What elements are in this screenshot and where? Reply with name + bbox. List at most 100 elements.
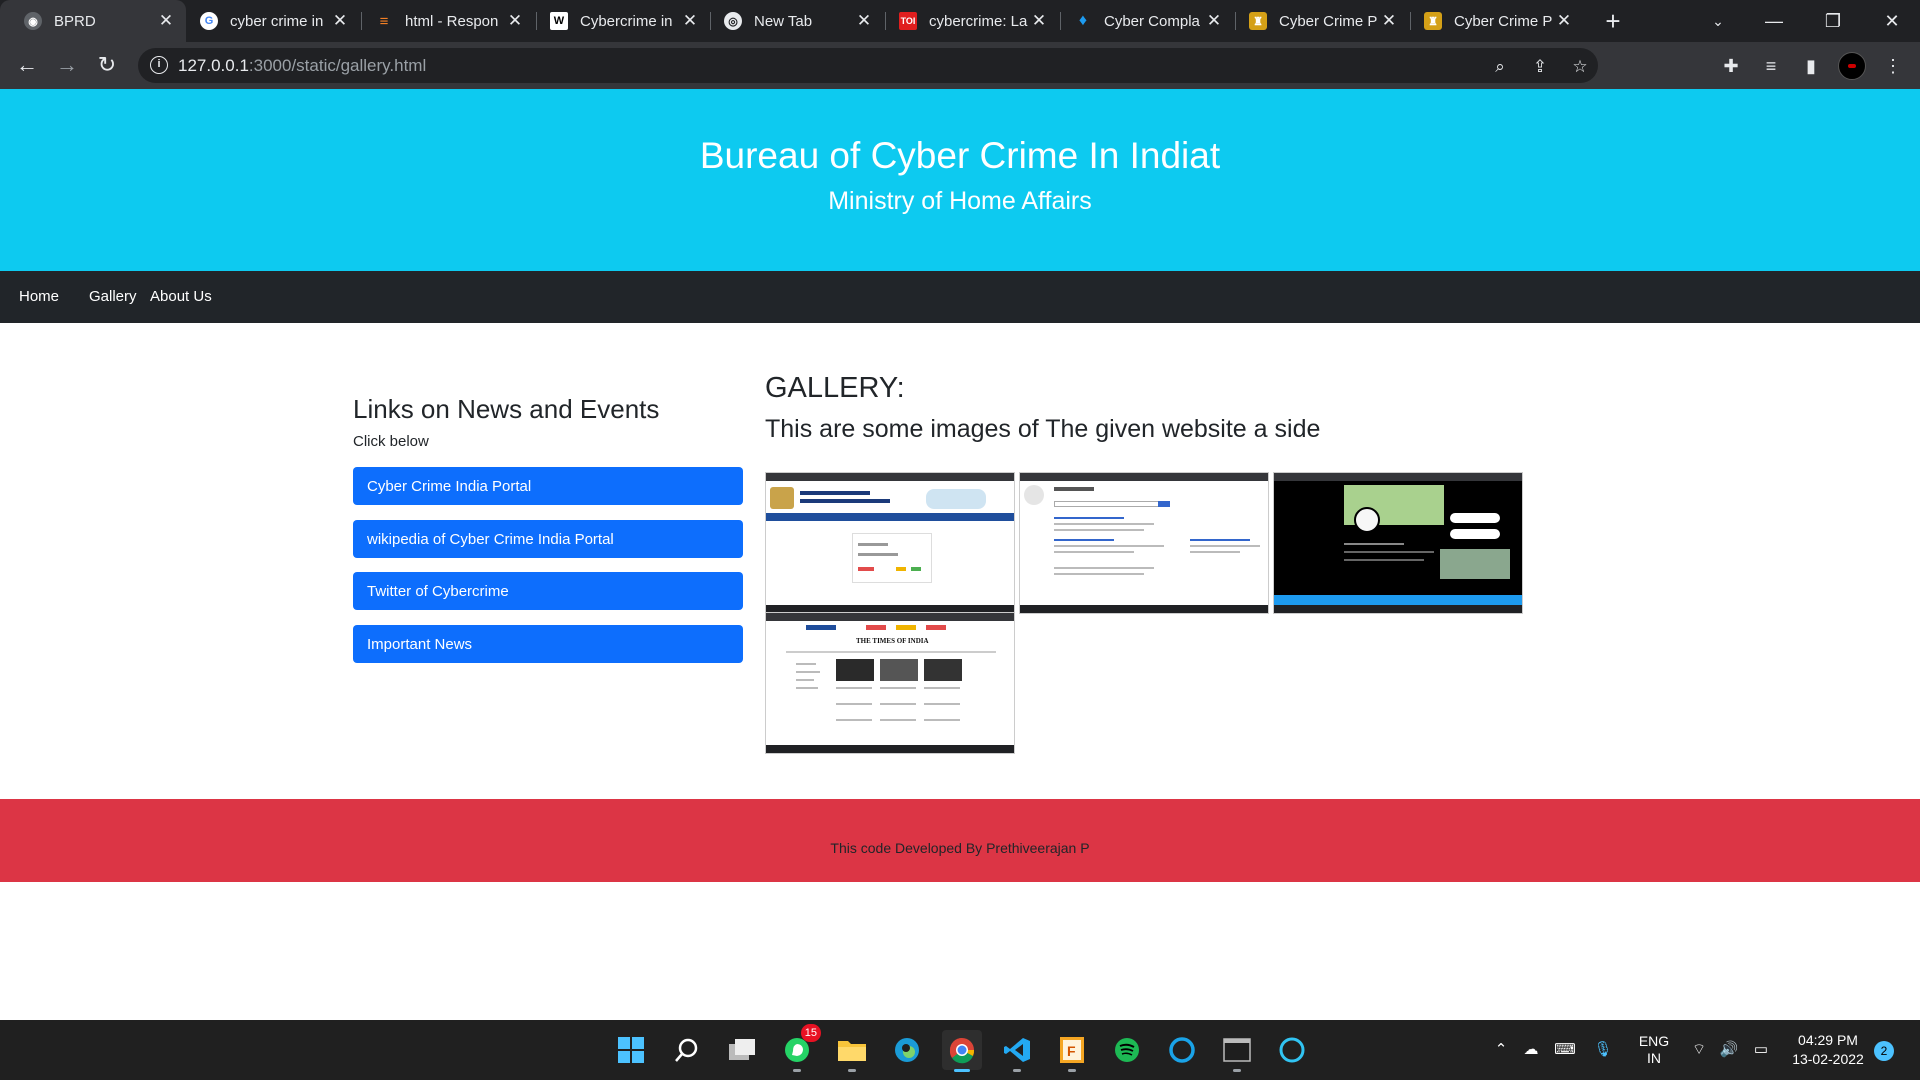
terminal-app[interactable]: [1217, 1030, 1257, 1072]
tab-title: Cyber Compla: [1104, 12, 1200, 30]
zoom-icon[interactable]: ⌕: [1488, 55, 1512, 79]
bookmark-star-icon[interactable]: ☆: [1568, 55, 1592, 79]
side-panel-icon[interactable]: ▮: [1798, 53, 1824, 79]
site-subtitle: Ministry of Home Affairs: [828, 187, 1092, 215]
tab-title: Cybercrime in: [580, 12, 673, 30]
cortana-app[interactable]: [1162, 1030, 1202, 1070]
tab-title: New Tab: [754, 12, 813, 30]
media-icon[interactable]: ≡: [1758, 53, 1784, 79]
language-indicator[interactable]: ENG IN: [1636, 1033, 1672, 1067]
gallery-title: GALLERY:: [765, 372, 905, 404]
task-view-button[interactable]: [722, 1030, 762, 1070]
tab-cyber-crime-2[interactable]: ♜ Cyber Crime P ✕: [1400, 0, 1584, 42]
address-bar[interactable]: i 127.0.0.1:3000/static/gallery.html ⌕ ⇪…: [138, 48, 1598, 83]
tab-wikipedia[interactable]: W Cybercrime in ✕: [526, 0, 710, 42]
search-button[interactable]: [667, 1030, 707, 1070]
chrome-app[interactable]: [942, 1030, 982, 1072]
maximize-button[interactable]: ❐: [1805, 0, 1861, 42]
gallery-subtitle: This are some images of The given websit…: [765, 415, 1321, 443]
tab-search-button[interactable]: ⌄: [1690, 0, 1746, 42]
browser-toolbar: ← → ↻ i 127.0.0.1:3000/static/gallery.ht…: [0, 42, 1920, 89]
vscode-app[interactable]: [997, 1030, 1037, 1072]
document-app-icon: F: [1060, 1037, 1084, 1063]
cyber-crime-portal-button[interactable]: Cyber Crime India Portal: [353, 467, 743, 505]
gallery-image-wikipedia[interactable]: [1019, 472, 1269, 614]
nav-home[interactable]: Home: [19, 288, 59, 305]
alexa-app[interactable]: [1272, 1030, 1312, 1070]
close-icon[interactable]: ✕: [1379, 11, 1399, 31]
tab-title: Cyber Crime P: [1454, 12, 1553, 30]
close-icon[interactable]: ✕: [505, 11, 525, 31]
keyboard-icon[interactable]: ⌨: [1554, 1040, 1576, 1058]
tab-cyber-crime-1[interactable]: ♜ Cyber Crime P ✕: [1225, 0, 1409, 42]
toi-icon: TOI: [899, 12, 917, 30]
tab-toi[interactable]: TOI cybercrime: La ✕: [875, 0, 1059, 42]
spotify-icon: [1115, 1038, 1139, 1062]
nav-about-us[interactable]: About Us: [150, 288, 212, 305]
wikipedia-link-button[interactable]: wikipedia of Cyber Crime India Portal: [353, 520, 743, 558]
close-icon[interactable]: ✕: [156, 11, 176, 31]
important-news-button[interactable]: Important News: [353, 625, 743, 663]
close-icon[interactable]: ✕: [1554, 11, 1574, 31]
back-icon[interactable]: ←: [12, 50, 42, 80]
profile-avatar[interactable]: [1838, 52, 1866, 80]
tab-stackoverflow[interactable]: ≡ html - Respon ✕: [351, 0, 535, 42]
url-text[interactable]: 127.0.0.1:3000/static/gallery.html: [178, 56, 426, 76]
tab-twitter[interactable]: ♦ Cyber Compla ✕: [1050, 0, 1234, 42]
tab-new-tab[interactable]: ◎ New Tab ✕: [700, 0, 884, 42]
gallery-image-times-of-india[interactable]: THE TIMES OF INDIA: [765, 612, 1015, 754]
folder-icon: [838, 1041, 866, 1061]
windows-taskbar: 15 F ⌃ ☁ ⌨ 🎙 ENG IN ⌔ 🔊 ▭ 04:29 PM 13-02…: [0, 1020, 1920, 1080]
alexa-icon: [1279, 1037, 1305, 1063]
site-header: Bureau of Cyber Crime In Indiat Ministry…: [0, 89, 1920, 271]
svg-text:F: F: [1067, 1043, 1076, 1059]
sidebar-subtitle: Click below: [353, 433, 429, 450]
wifi-icon[interactable]: ⌔: [1688, 1040, 1710, 1059]
share-icon[interactable]: ⇪: [1528, 55, 1552, 79]
sidebar-title: Links on News and Events: [353, 394, 660, 424]
tab-bprd[interactable]: ◉ BPRD ✕: [0, 0, 186, 42]
task-view-icon: [729, 1039, 755, 1060]
whatsapp-app[interactable]: 15: [777, 1024, 821, 1072]
tab-google[interactable]: G cyber crime in ✕: [176, 0, 360, 42]
edge-icon: [895, 1038, 919, 1062]
onedrive-icon[interactable]: ☁: [1520, 1040, 1542, 1058]
notification-badge[interactable]: 2: [1874, 1041, 1894, 1061]
tab-title: html - Respon: [405, 12, 499, 30]
volume-icon[interactable]: 🔊: [1718, 1040, 1740, 1058]
start-button[interactable]: [611, 1030, 651, 1070]
menu-icon[interactable]: ⋮: [1880, 53, 1906, 79]
forward-icon[interactable]: →: [52, 50, 82, 80]
close-icon[interactable]: ✕: [854, 11, 874, 31]
close-icon[interactable]: ✕: [1204, 11, 1224, 31]
wikipedia-icon: W: [550, 12, 568, 30]
reload-icon[interactable]: ↻: [92, 50, 122, 80]
gallery-image-cybercrime-portal[interactable]: [765, 472, 1015, 614]
twitter-link-button[interactable]: Twitter of Cybercrime: [353, 572, 743, 610]
new-tab-button[interactable]: +: [1598, 6, 1628, 37]
edge-app[interactable]: [887, 1030, 927, 1070]
tab-title: BPRD: [54, 12, 96, 30]
info-icon[interactable]: i: [150, 56, 168, 74]
close-icon[interactable]: ✕: [1029, 11, 1049, 31]
chevron-up-icon[interactable]: ⌃: [1490, 1040, 1512, 1058]
search-icon: [675, 1038, 698, 1062]
toi-caption: THE TIMES OF INDIA: [856, 637, 929, 645]
extensions-icon[interactable]: ✚: [1718, 53, 1744, 79]
file-explorer-app[interactable]: [832, 1030, 872, 1072]
clock[interactable]: 04:29 PM 13-02-2022: [1780, 1031, 1876, 1069]
spotify-app[interactable]: [1107, 1030, 1147, 1070]
microphone-icon[interactable]: 🎙: [1592, 1040, 1614, 1058]
close-icon[interactable]: ✕: [330, 11, 350, 31]
office-app[interactable]: F: [1052, 1030, 1092, 1072]
tab-title: cybercrime: La: [929, 12, 1028, 30]
gallery-image-twitter[interactable]: [1273, 472, 1523, 614]
nav-gallery[interactable]: Gallery: [89, 288, 137, 305]
minimize-button[interactable]: —: [1746, 0, 1802, 42]
close-icon[interactable]: ✕: [680, 11, 700, 31]
close-window-button[interactable]: ✕: [1864, 0, 1920, 42]
battery-icon[interactable]: ▭: [1750, 1040, 1772, 1058]
chrome-icon: ◎: [724, 12, 742, 30]
site-footer: This code Developed By Prethiveerajan P: [0, 799, 1920, 882]
emblem-icon: ♜: [1424, 12, 1442, 30]
